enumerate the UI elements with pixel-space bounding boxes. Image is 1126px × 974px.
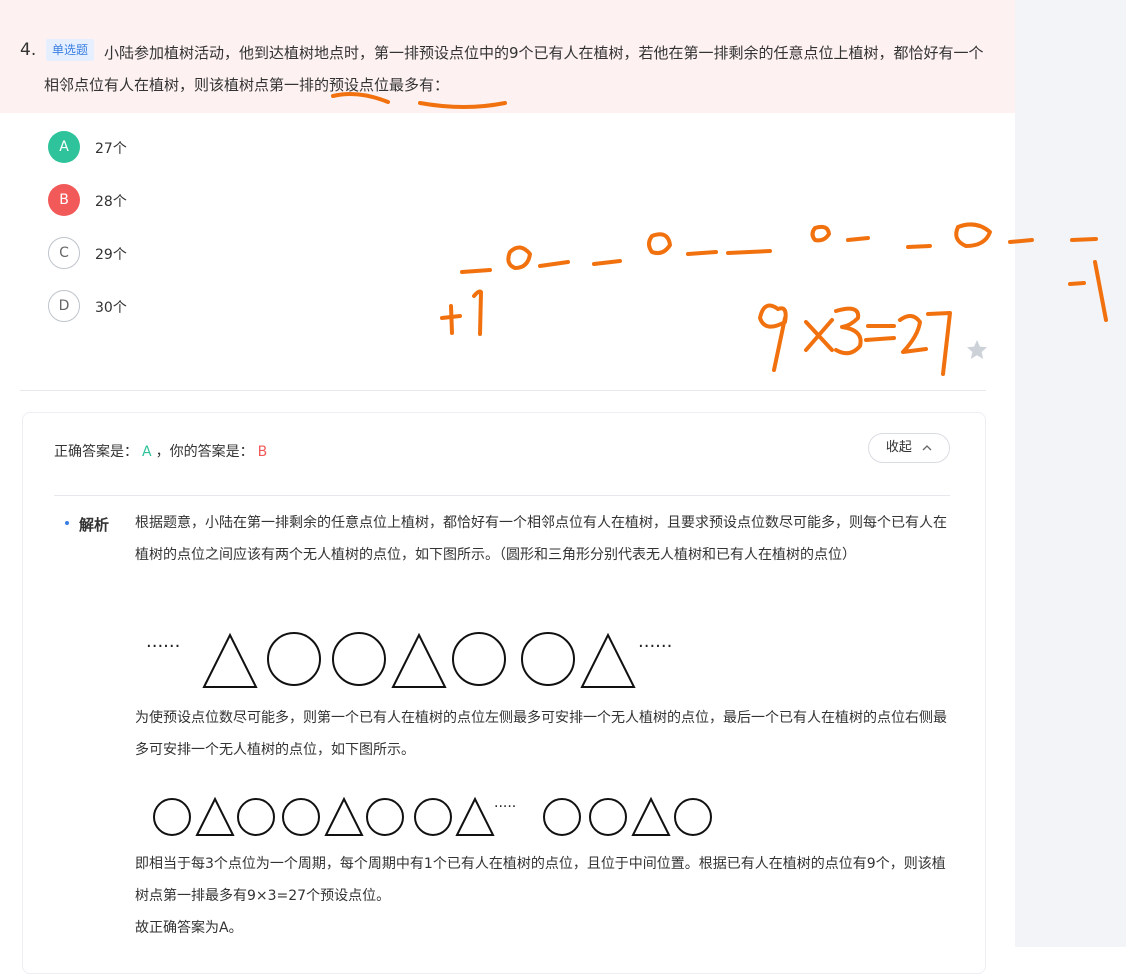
diagram-1-triangle-1 xyxy=(202,632,258,688)
hand-plus-horizontal xyxy=(440,314,462,320)
diagram-1-circle-3 xyxy=(452,632,506,686)
diagram-2-triangle-3 xyxy=(455,796,495,836)
explanation-paragraph-4: 故正确答案为A。 xyxy=(135,920,243,936)
hand-equals xyxy=(864,324,896,342)
explanation-paragraph-1: 根据题意，小陆在第一排剩余的任意点位上植树，都恰好有一个相邻点位有人在植树，且要… xyxy=(135,515,947,563)
diagram-2-circle-4 xyxy=(366,798,404,836)
question-text-body: 小陆参加植树活动，他到达植树地点时，第一排预设点位中的9个已有人在植树，若他在第… xyxy=(44,44,984,94)
question-text: 小陆参加植树活动，他到达植树地点时，第一排预设点位中的9个已有人在植树，若他在第… xyxy=(44,37,992,101)
explanation-bullet xyxy=(65,521,69,525)
explanation-paragraph-3: 即相当于每3个点位为一个周期，每个周期中有1个已有人在植树的点位，且位于中间位置… xyxy=(135,856,946,904)
answer-summary: 正确答案是： A ，你的答案是： B xyxy=(54,441,267,461)
dash-4 xyxy=(686,250,718,256)
diagram-2-circle-6 xyxy=(543,798,581,836)
hand-circle-1 xyxy=(506,245,532,270)
question-number: 4. xyxy=(20,40,37,60)
hand-circle-2 xyxy=(647,232,672,256)
hand-digit-2 xyxy=(898,314,928,354)
diagram-2-circle-8 xyxy=(674,798,712,836)
hand-times xyxy=(804,318,834,352)
right-sidebar-background xyxy=(1015,0,1126,947)
dash-6 xyxy=(846,236,870,242)
diagram-1-circle-1 xyxy=(267,632,321,686)
diagram-2-circle-3 xyxy=(282,798,320,836)
hand-one-left xyxy=(472,289,483,336)
question-type-tag: 单选题 xyxy=(46,39,95,61)
dash-7 xyxy=(906,244,932,249)
option-a-badge[interactable]: A xyxy=(48,131,80,163)
option-b-badge[interactable]: B xyxy=(48,184,80,216)
dash-3 xyxy=(592,259,622,266)
diagram-1-circle-2 xyxy=(332,632,386,686)
diagram-2-circle-1 xyxy=(153,798,191,836)
hand-circle-3 xyxy=(810,224,831,243)
diagram-2-circle-2 xyxy=(237,798,275,836)
option-a-text[interactable]: 27个 xyxy=(95,138,127,158)
hand-digit-7 xyxy=(926,311,952,376)
dash-1 xyxy=(460,268,492,274)
diagram-1-circle-4 xyxy=(521,632,575,686)
answer-divider xyxy=(54,495,950,496)
option-d-badge[interactable]: D xyxy=(48,290,80,322)
diagram-2-triangle-2 xyxy=(324,796,364,836)
diagram-2-triangle-4 xyxy=(631,796,671,836)
hand-plus-vertical xyxy=(449,304,454,335)
option-c-text[interactable]: 29个 xyxy=(95,244,127,264)
chevron-up-icon xyxy=(922,445,932,451)
option-b-text[interactable]: 28个 xyxy=(95,191,127,211)
diagram-2-circle-7 xyxy=(589,798,627,836)
option-c-badge[interactable]: C xyxy=(48,237,80,269)
svg-text:·····: ····· xyxy=(494,799,516,815)
favorite-star-icon[interactable] xyxy=(965,338,989,362)
svg-text:······: ······ xyxy=(146,636,180,657)
diagram-2: ····· xyxy=(153,796,712,836)
diagram-1-triangle-3 xyxy=(580,632,636,688)
section-divider xyxy=(20,390,986,391)
hand-circle-4 xyxy=(954,222,992,248)
explanation-label: 解析 xyxy=(79,516,110,534)
option-d-text[interactable]: 30个 xyxy=(95,297,127,317)
collapse-button[interactable]: 收起 xyxy=(868,433,950,463)
hand-digit-9 xyxy=(758,303,788,372)
collapse-label: 收起 xyxy=(885,440,912,455)
correct-answer-value: A xyxy=(142,444,152,460)
your-answer-value: B xyxy=(257,444,268,460)
dash-2 xyxy=(538,260,570,268)
correct-answer-prefix: 正确答案是： xyxy=(54,444,138,460)
diagram-1-ellipsis-right: ······ xyxy=(638,636,672,657)
diagram-2-circle-5 xyxy=(414,798,452,836)
dash-5 xyxy=(726,249,772,255)
diagram-1-ellipsis-left: ······ xyxy=(146,636,180,657)
svg-text:······: ······ xyxy=(638,636,672,657)
explanation-paragraph-2: 为使预设点位数尽可能多，则第一个已有人在植树的点位左侧最多可安排一个无人植树的点… xyxy=(135,710,947,758)
hand-digit-3 xyxy=(834,306,863,356)
diagram-2-triangle-1 xyxy=(195,796,235,836)
your-answer-prefix: ，你的答案是： xyxy=(155,444,254,460)
diagram-1: ······ ······ xyxy=(146,632,672,688)
diagram-2-ellipsis: ····· xyxy=(494,799,516,815)
diagram-1-triangle-2 xyxy=(391,632,447,688)
